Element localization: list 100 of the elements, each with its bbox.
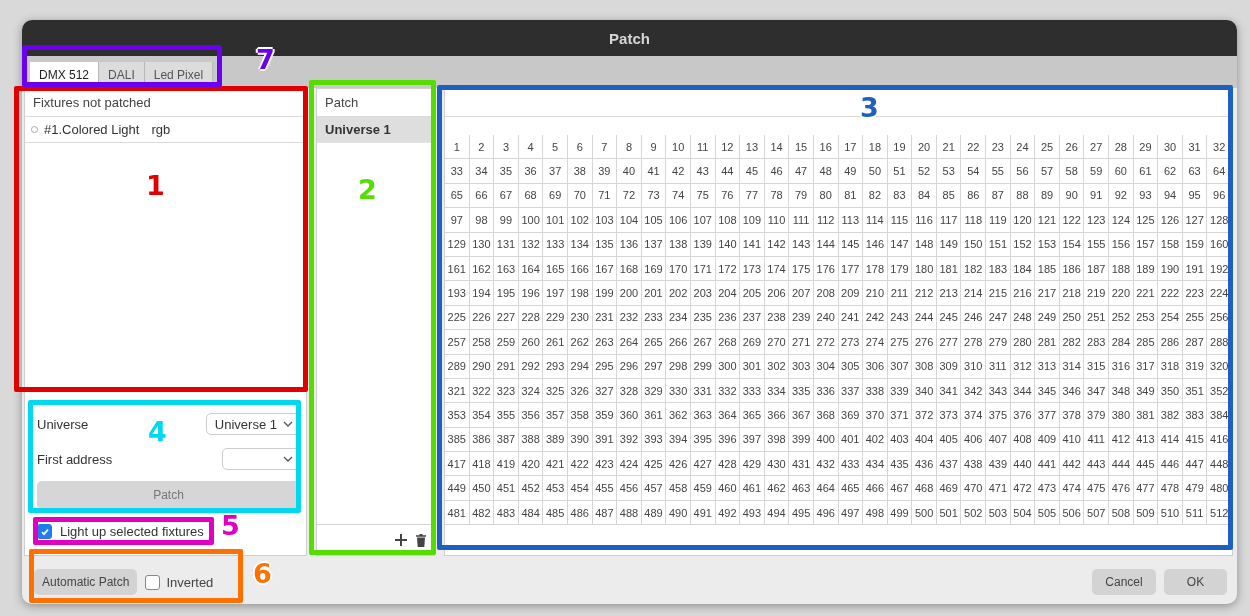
channel-cell: 317 [1133, 354, 1159, 379]
channel-cell: 85 [936, 183, 962, 209]
channel-cell: 171 [690, 256, 716, 282]
channel-cell: 401 [838, 427, 864, 453]
channel-cell: 414 [1158, 427, 1183, 453]
channel-cell: 272 [813, 330, 839, 355]
channel-cell: 314 [1059, 354, 1085, 379]
channel-cell: 417 [445, 452, 470, 477]
channel-cell: 65 [445, 183, 470, 209]
channel-cell: 378 [1059, 403, 1085, 428]
channel-cell: 120 [1010, 208, 1036, 233]
channel-cell: 381 [1133, 403, 1159, 428]
channel-cell: 152 [1010, 232, 1036, 257]
channel-cell: 411 [1084, 427, 1110, 453]
channel-cell: 25 [1035, 135, 1060, 160]
channel-cell: 398 [764, 427, 790, 453]
channel-cell: 27 [1084, 135, 1110, 160]
channel-cell: 293 [543, 354, 568, 379]
channel-cell: 341 [936, 378, 962, 404]
channel-cell: 496 [813, 500, 839, 526]
channel-cell: 488 [617, 500, 642, 526]
channel-cell: 131 [494, 232, 519, 257]
channel-cell: 196 [518, 281, 544, 306]
channel-cell: 277 [936, 330, 962, 355]
channel-cell: 58 [1059, 159, 1085, 184]
channel-cell: 64 [1207, 159, 1232, 184]
channel-cell: 112 [813, 208, 839, 233]
channel-cell: 389 [543, 427, 568, 453]
checkbox[interactable] [145, 574, 161, 590]
channel-cell: 198 [567, 281, 593, 306]
channel-cell: 239 [789, 305, 814, 331]
channel-cell: 382 [1158, 403, 1183, 428]
channel-cell: 17 [838, 135, 864, 160]
channel-cell: 307 [887, 354, 913, 379]
channel-cell: 93 [1133, 183, 1159, 209]
channel-cell: 368 [813, 403, 839, 428]
channel-cell: 89 [1035, 183, 1060, 209]
channel-cell: 118 [961, 208, 987, 233]
channel-cell: 416 [1207, 427, 1232, 453]
channel-cell: 365 [740, 403, 765, 428]
channel-cell: 350 [1158, 378, 1183, 404]
channel-cell: 54 [961, 159, 987, 184]
channel-cell: 147 [887, 232, 913, 257]
channel-cell: 415 [1182, 427, 1208, 453]
channel-cell: 155 [1084, 232, 1110, 257]
channel-cell: 460 [715, 476, 741, 501]
dialog-button[interactable]: Cancel [1092, 569, 1156, 595]
channel-cell: 188 [1109, 256, 1134, 282]
channel-cell: 263 [592, 330, 618, 355]
channel-cell: 79 [789, 183, 814, 209]
channel-cell: 309 [936, 354, 962, 379]
automatic-patch-button[interactable]: Automatic Patch [34, 569, 138, 595]
channel-cell: 352 [1207, 378, 1232, 404]
channel-cell: 403 [887, 427, 913, 453]
channel-cell: 42 [666, 159, 691, 184]
channel-cell: 457 [641, 476, 667, 501]
channel-cell: 455 [592, 476, 618, 501]
channel-cell: 56 [1010, 159, 1036, 184]
channel-cell: 367 [789, 403, 814, 428]
fixture-item[interactable]: #1.Colored Light rgb [25, 117, 306, 143]
channel-cell: 294 [567, 354, 593, 379]
channel-cell: 501 [936, 500, 962, 526]
channel-cell: 80 [813, 183, 839, 209]
channel-cell: 159 [1182, 232, 1208, 257]
dialog-button[interactable]: OK [1164, 569, 1227, 595]
channel-cell: 371 [887, 403, 913, 428]
channel-cell: 384 [1207, 403, 1232, 428]
trash-icon[interactable] [416, 533, 426, 547]
channel-cell: 264 [617, 330, 642, 355]
channel-cell: 391 [592, 427, 618, 453]
channel-cell: 330 [666, 378, 691, 404]
channel-cell: 388 [518, 427, 544, 453]
add-icon[interactable] [395, 534, 407, 546]
channel-cell: 59 [1084, 159, 1110, 184]
channel-cell: 483 [494, 500, 519, 526]
channel-cell: 142 [764, 232, 790, 257]
channel-cell: 161 [445, 256, 470, 282]
channel-cell: 204 [715, 281, 741, 306]
channel-cell: 450 [469, 476, 495, 501]
channel-cell: 434 [863, 452, 888, 477]
channel-cell: 354 [469, 403, 495, 428]
channel-cell: 465 [838, 476, 864, 501]
channel-cell: 370 [863, 403, 888, 428]
channel-cell: 476 [1109, 476, 1134, 501]
channel-cell: 232 [617, 305, 642, 331]
channel-cell: 117 [936, 208, 962, 233]
channel-cell: 407 [986, 427, 1011, 453]
channel-cell: 251 [1084, 305, 1110, 331]
channel-cell: 473 [1035, 476, 1060, 501]
channel-cell: 94 [1158, 183, 1183, 209]
channel-cell: 424 [617, 452, 642, 477]
channel-cell: 74 [666, 183, 691, 209]
channel-cell: 84 [912, 183, 937, 209]
channel-cell: 51 [887, 159, 913, 184]
channel-cell: 213 [936, 281, 962, 306]
universe-item[interactable]: Universe 1 [317, 117, 434, 143]
channel-cell: 442 [1059, 452, 1085, 477]
channel-cell: 1 [445, 135, 470, 160]
channel-cell: 166 [567, 256, 593, 282]
channel-cell: 410 [1059, 427, 1085, 453]
